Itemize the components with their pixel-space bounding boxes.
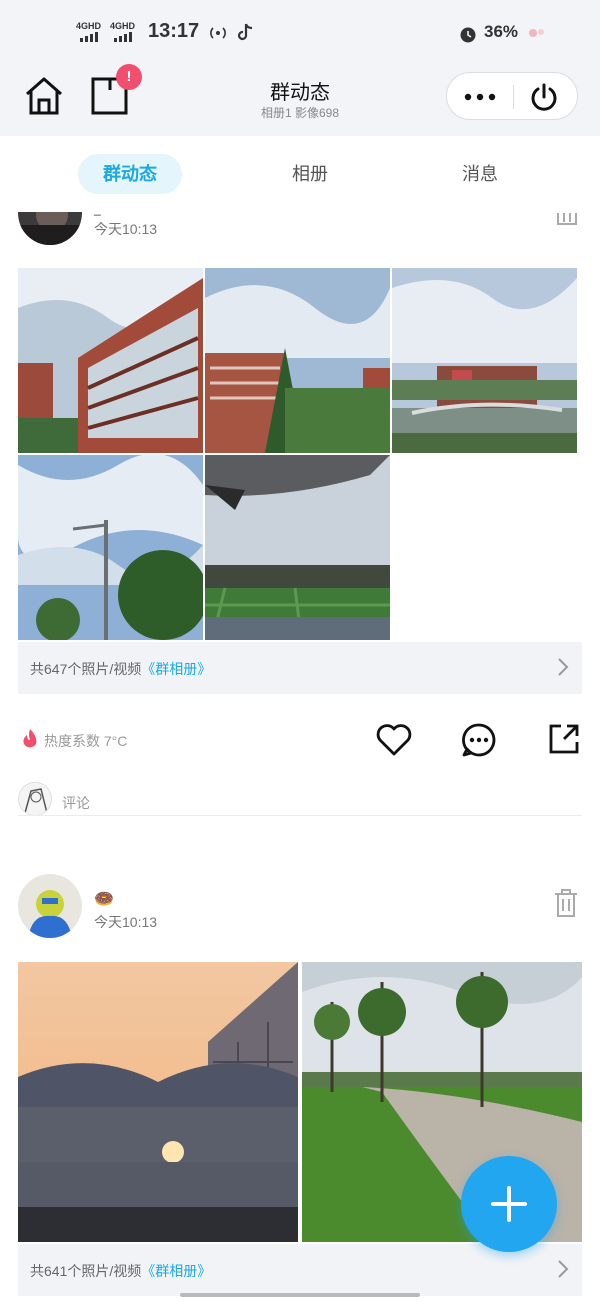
capsule-menu (446, 72, 578, 120)
signal-icon-2 (114, 32, 132, 42)
album-summary-bar[interactable]: 共647个照片/视频《群相册》 (18, 642, 582, 694)
photo-street-lamp[interactable] (18, 455, 203, 640)
tab-messages-label[interactable]: 消息 (440, 154, 520, 194)
photo-sports-field[interactable] (205, 455, 390, 640)
photo-campus-building-2[interactable] (205, 268, 390, 453)
status-bar: 4GHD 4GHD 13:17 36% (0, 0, 600, 64)
tab-group-feed-label[interactable]: 群动态 (78, 154, 182, 194)
share-icon[interactable] (547, 722, 581, 756)
add-post-button[interactable] (461, 1156, 557, 1252)
trash-icon[interactable] (556, 212, 578, 226)
plus-icon (491, 1186, 527, 1222)
power-icon[interactable] (529, 82, 559, 112)
photo-sunset-building[interactable] (18, 962, 298, 1242)
commenter-avatar (18, 782, 52, 816)
comment-icon[interactable] (461, 722, 497, 758)
album-summary-bar[interactable]: 共641个照片/视频《群相册》 (18, 1244, 582, 1296)
photo-campus-building-1[interactable] (18, 268, 203, 453)
clock: 13:17 (148, 20, 200, 42)
post-author: 🍩 (94, 891, 114, 908)
signal-icon (80, 32, 98, 42)
more-icon[interactable] (463, 89, 497, 105)
network-label-2: 4GHD (110, 21, 136, 31)
like-icon[interactable] (375, 722, 413, 758)
tab-album-label[interactable]: 相册 (270, 154, 350, 194)
capsule-divider (513, 85, 514, 109)
album-summary: 共647个照片/视频《群相册》 (30, 659, 211, 679)
flower-icon (529, 29, 544, 37)
heat-index: 热度系数 7°C (44, 733, 128, 749)
trash-icon[interactable] (554, 888, 578, 918)
post-time: 今天10:13 (94, 221, 158, 237)
network-label-1: 4GHD (76, 21, 102, 31)
comment-input[interactable]: 评论 (62, 793, 90, 813)
photo-campus-lake[interactable] (392, 268, 577, 453)
divider (18, 815, 582, 816)
album-link[interactable]: 《群相册》 (141, 661, 211, 677)
chevron-right-icon (558, 658, 569, 676)
album-summary: 共641个照片/视频《群相册》 (30, 1261, 211, 1281)
album-link[interactable]: 《群相册》 (141, 1263, 211, 1279)
home-indicator (180, 1293, 420, 1297)
tab-bar-overlay: 群动态 相册 消息 (0, 136, 600, 212)
header: ! 群动态 相册1 影像698 (0, 64, 600, 136)
battery-level: 36% (484, 22, 519, 41)
hotspot-icon (210, 27, 226, 39)
fire-icon (23, 729, 37, 748)
alarm-icon (460, 27, 476, 43)
album-count: 共647个照片/视频 (30, 661, 142, 677)
post-time: 今天10:13 (94, 914, 158, 930)
album-count: 共641个照片/视频 (30, 1263, 142, 1279)
avatar[interactable] (18, 874, 82, 938)
tiktok-icon (238, 23, 253, 41)
chevron-right-icon (558, 1260, 569, 1278)
